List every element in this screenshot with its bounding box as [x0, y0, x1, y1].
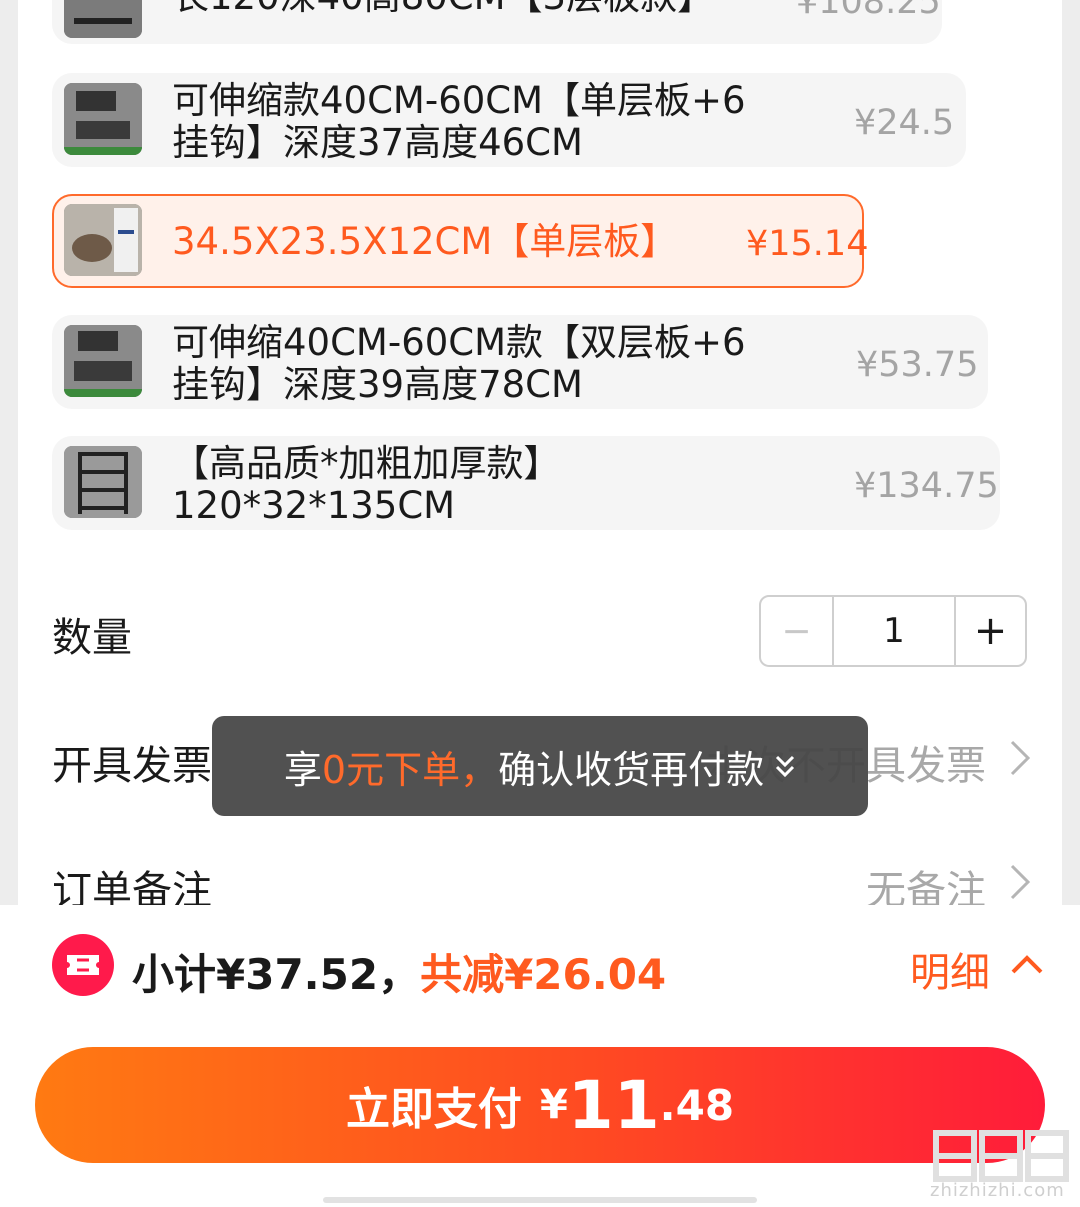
- quantity-stepper: − 1 +: [759, 595, 1027, 667]
- pay-label: 立即支付: [345, 1084, 522, 1135]
- quantity-label: 数量: [52, 615, 132, 661]
- sku-option[interactable]: 可伸缩40CM-60CM款【双层板+6 挂钩】深度39高度78CM ¥53.75: [52, 315, 988, 409]
- sku-price: ¥134.75: [854, 466, 999, 506]
- quantity-value[interactable]: 1: [834, 597, 957, 665]
- checkout-footer: 小计¥37.52，共减¥26.04 明细 立即支付 ¥ 11 .48: [0, 905, 1080, 1207]
- detail-button[interactable]: 明细: [910, 940, 990, 998]
- sku-name: 可伸缩款40CM-60CM【单层板+6 挂钩】深度37高度46CM: [172, 79, 746, 164]
- sku-thumbnail: [64, 0, 142, 38]
- sku-price: ¥24.5: [854, 103, 955, 143]
- sku-thumbnail: [64, 446, 142, 518]
- chevron-right-icon[interactable]: [1008, 862, 1032, 902]
- watermark-text: zhizhizhi.com: [930, 1180, 1065, 1201]
- sku-name: 34.5X23.5X12CM【单层板】: [172, 220, 678, 263]
- sku-price: ¥53.75: [856, 345, 979, 385]
- subtotal-amount: 小计¥37.52，: [132, 950, 421, 999]
- sku-thumbnail: [64, 325, 142, 397]
- toast-highlight: 0元下单，: [321, 747, 499, 792]
- sku-option[interactable]: 【高品质*加粗加厚款】 120*32*135CM ¥134.75: [52, 436, 1000, 530]
- pay-currency: ¥: [539, 1082, 568, 1128]
- pay-amount-integer: 11: [567, 1066, 660, 1144]
- sku-name: 长120深40高80CM【3层板款】: [172, 0, 714, 18]
- pay-amount-decimal: .48: [659, 1080, 735, 1130]
- double-chevron-down-icon: [776, 755, 795, 778]
- pay-now-button[interactable]: 立即支付 ¥ 11 .48: [35, 1047, 1045, 1163]
- sku-thumbnail: [64, 83, 142, 155]
- invoice-label: 开具发票: [52, 743, 212, 789]
- sku-name: 可伸缩40CM-60CM款【双层板+6 挂钩】深度39高度78CM: [172, 321, 746, 406]
- pay-later-toast[interactable]: 享 0元下单， 确认收货再付款: [212, 716, 868, 816]
- savings-amount: 共减¥26.04: [420, 950, 667, 999]
- sku-price: ¥108.25: [796, 0, 941, 22]
- sku-name: 【高品质*加粗加厚款】 120*32*135CM: [172, 442, 561, 527]
- sku-option[interactable]: 长120深40高80CM【3层板款】 ¥108.25: [52, 0, 942, 44]
- coupon-ticket-icon: [52, 934, 114, 996]
- sku-option[interactable]: 可伸缩款40CM-60CM【单层板+6 挂钩】深度37高度46CM ¥24.5: [52, 73, 966, 167]
- sku-price: ¥15.14: [746, 224, 869, 264]
- toast-prefix: 享: [283, 747, 322, 792]
- sku-thumbnail: [64, 204, 142, 276]
- chevron-up-icon[interactable]: [1010, 953, 1044, 975]
- home-indicator[interactable]: [323, 1197, 757, 1203]
- sku-option-selected[interactable]: 34.5X23.5X12CM【单层板】 ¥15.14: [52, 194, 868, 288]
- increment-button[interactable]: +: [956, 597, 1025, 665]
- chevron-right-icon[interactable]: [1008, 738, 1032, 778]
- decrement-button[interactable]: −: [761, 597, 834, 665]
- subtotal-text: 小计¥37.52，共减¥26.04: [132, 941, 666, 1002]
- toast-suffix: 确认收货再付款: [498, 747, 765, 792]
